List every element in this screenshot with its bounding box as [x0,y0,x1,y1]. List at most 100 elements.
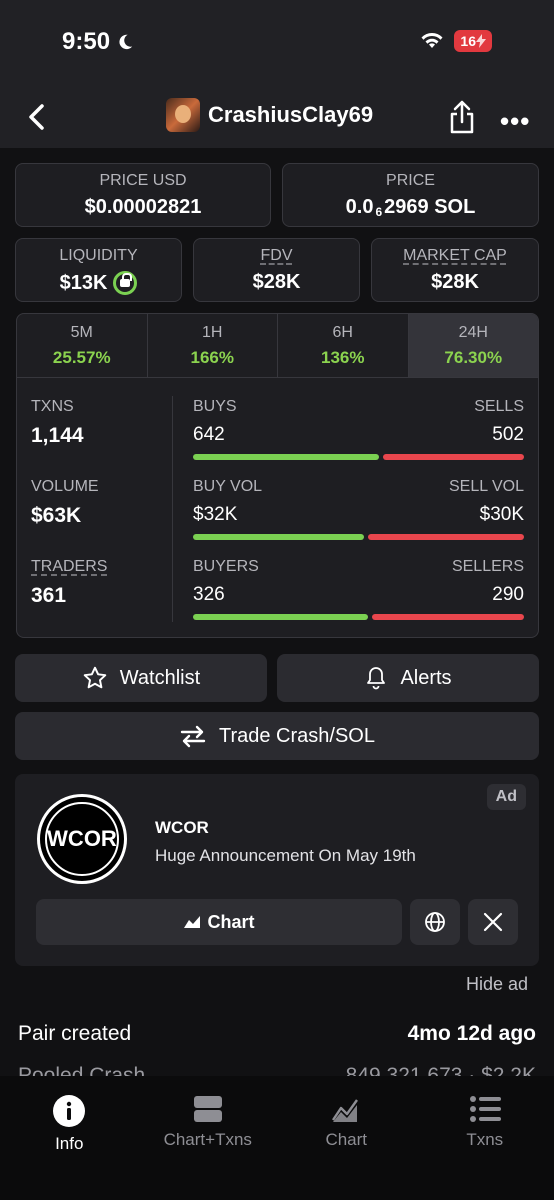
page-title: CrashiusClay69 [208,102,374,127]
chevron-left-icon [29,104,44,130]
sellers-bar [372,614,524,620]
ad-chart-button[interactable]: Chart [36,899,402,945]
nav-txns-label: Txns [466,1130,504,1149]
traders-row: TRADERS 361 BUYERS SELLERS 326 290 [17,552,538,632]
pair-created-label: Pair created [18,1022,132,1045]
tab-value: 76.30% [444,348,503,367]
more-button[interactable]: ••• [500,106,530,137]
sellers-value: 290 [492,584,524,605]
nav-chart[interactable]: Chart [277,1076,416,1200]
time-text: 9:50 [62,28,111,55]
nav-info[interactable]: Info [0,1076,139,1200]
market-cap-card[interactable]: MARKET CAP $28K [371,238,539,302]
traders-label[interactable]: TRADERS [31,558,107,575]
price-prefix: 0.0 [345,196,374,218]
nav-bar: CrashiusClay69 ••• [0,90,554,148]
token-avatar [166,98,200,132]
alerts-button[interactable]: Alerts [277,654,539,702]
volume-label: VOLUME [31,478,99,495]
battery-indicator: 16 [454,30,492,52]
bottom-nav: Info Chart+Txns Chart Txns [0,1076,554,1200]
sell-vol-value: $30K [479,504,524,525]
traders-value: 361 [31,584,67,607]
buys-label: BUYS [193,398,237,415]
area-chart-icon [184,916,201,928]
pooled-label: Pooled Crash [18,1064,146,1076]
wifi-icon [421,33,443,48]
liquidity-text: $13K [59,271,108,294]
tab-value: 25.57% [52,348,111,367]
lock-icon[interactable] [113,271,138,295]
charging-icon [476,34,486,48]
buyers-bar [193,614,369,620]
sells-bar [382,454,524,460]
main-content[interactable]: PRICE USD $0.00002821 PRICE 0.0 6 2969 S… [0,148,554,1076]
share-button[interactable] [448,100,476,139]
timeframe-tabs: 5M 25.57% 1H 166% 6H 136% 24H 76.30% [17,314,538,378]
fdv-card[interactable]: FDV $28K [193,238,360,302]
ad-chart-label: Chart [207,911,255,932]
tab-value: 136% [321,348,365,367]
sells-label: SELLS [474,398,524,415]
hide-ad-link[interactable]: Hide ad [466,974,528,995]
volume-value: $63K [31,504,82,527]
ad-logo-text: WCOR [47,826,117,851]
pooled-value: 849,321,673 · $2.2K [345,1064,536,1076]
liquidity-card: LIQUIDITY $13K [15,238,182,302]
fdv-label: FDV [260,247,293,264]
fdv-text: $28K [252,271,301,293]
ad-card[interactable]: Ad WCOR WCOR Huge Announcement On May 19… [15,774,539,966]
tab-24h[interactable]: 24H 76.30% [408,314,538,377]
fdv-value: $28K [194,271,359,294]
nav-txns[interactable]: Txns [416,1076,554,1200]
more-icon: ••• [500,106,531,136]
moon-icon [119,34,133,50]
tab-label: 1H [202,324,223,341]
tab-label: 5M [70,324,93,341]
status-indicators: 16 [420,30,492,52]
ad-website-button[interactable] [410,899,460,945]
price-label: PRICE [386,172,435,189]
chart-txns-icon [193,1096,222,1122]
volume-ratio-bar [193,534,524,540]
alerts-label: Alerts [400,666,452,689]
globe-icon [425,912,445,932]
market-cap-label: MARKET CAP [403,247,507,264]
price-usd-card: PRICE USD $0.00002821 [15,163,271,227]
ad-badge: Ad [486,784,526,810]
back-button[interactable] [22,102,52,132]
nav-chart-txns-label: Chart+Txns [163,1130,252,1149]
nav-chart-txns[interactable]: Chart+Txns [139,1076,278,1200]
chart-icon [332,1099,359,1122]
x-logo-icon [483,912,503,932]
traders-ratio-bar [193,614,524,620]
ad-x-button[interactable] [468,899,518,945]
sells-value: 502 [492,424,524,445]
pair-created-row: Pair created 4mo 12d ago [18,1022,536,1046]
price-usd-value: $0.00002821 [16,196,270,219]
txns-icon [469,1096,501,1122]
txns-value: 1,144 [31,424,84,447]
watchlist-button[interactable]: Watchlist [15,654,267,702]
tab-5m[interactable]: 5M 25.57% [17,314,148,377]
tab-1h[interactable]: 1H 166% [148,314,278,377]
buyers-label: BUYERS [193,558,259,575]
bell-icon [367,667,386,690]
share-icon [450,100,474,134]
market-cap-value: $28K [372,271,538,294]
volume-row: VOLUME $63K BUY VOL SELL VOL $32K $30K [17,472,538,552]
stats-panel: 5M 25.57% 1H 166% 6H 136% 24H 76.30% TXN… [16,313,539,638]
buyers-value: 326 [193,584,225,605]
sell-vol-label: SELL VOL [448,478,524,495]
battery-level: 16 [460,33,476,49]
price-value: 0.0 6 2969 SOL [283,196,538,219]
trade-button[interactable]: Trade Crash/SOL [15,712,539,760]
nav-info-label: Info [55,1134,84,1153]
buy-vol-bar [193,534,364,540]
ad-description: Huge Announcement On May 19th [155,846,416,865]
price-subscript: 6 [375,204,383,219]
sell-vol-bar [367,534,524,540]
tab-6h[interactable]: 6H 136% [278,314,409,377]
txns-label: TXNS [31,398,74,415]
pooled-row: Pooled Crash 849,321,673 · $2.2K [18,1064,536,1076]
